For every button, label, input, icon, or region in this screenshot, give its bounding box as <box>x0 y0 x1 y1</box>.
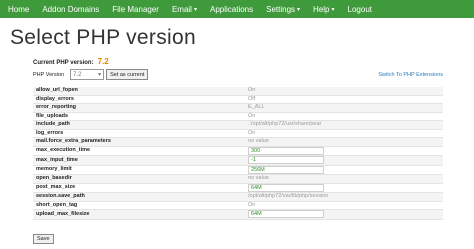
php-version-label: PHP Version <box>33 71 65 78</box>
nav-label: Email <box>171 4 192 14</box>
nav-item-file-manager[interactable]: File Manager <box>112 5 159 14</box>
option-name: allow_url_fopen <box>33 87 245 96</box>
option-name: error_reporting <box>33 103 245 113</box>
option-name: max_input_time <box>33 155 245 166</box>
table-row: short_open_tag On <box>33 201 443 210</box>
option-name: session.save_path <box>33 192 245 202</box>
nav-label: Applications <box>209 4 254 14</box>
set-as-current-button[interactable]: Set as current <box>106 69 149 80</box>
option-value-cell: -1 <box>245 155 443 166</box>
option-value-cell: On <box>245 87 443 96</box>
table-row: session.save_path/opt/alt/php72/var/lib/… <box>33 192 443 202</box>
save-button[interactable]: Save <box>33 234 54 244</box>
chevron-down-icon: ▾ <box>331 6 335 13</box>
table-row: log_errors On <box>33 129 443 138</box>
option-value-cell: no value <box>245 137 443 147</box>
chevron-down-icon: ▾ <box>297 6 301 13</box>
php-options-table: allow_url_fopen On display_errors Off error_… <box>33 87 443 220</box>
nav-item-email[interactable]: Email ▾ <box>172 5 197 14</box>
current-version-row: Current PHP version: 7.2 <box>33 57 109 66</box>
option-value-cell: .:/opt/alt/php72/usr/share/pear <box>245 120 443 130</box>
current-version-label: Current PHP version: <box>33 60 94 66</box>
option-value-cell: 256M <box>245 165 443 175</box>
option-name: upload_max_filesize <box>33 209 245 220</box>
chevron-down-icon: ▾ <box>98 72 102 78</box>
php-version-selected: 7.2 <box>73 71 82 78</box>
option-value-input[interactable]: 64M <box>248 210 324 218</box>
option-name: log_errors <box>33 129 245 138</box>
option-value-cell: E_ALL <box>245 103 443 113</box>
nav-label: Help <box>313 4 330 14</box>
chevron-down-icon: ▾ <box>193 6 197 13</box>
option-value-cell: On <box>245 201 443 210</box>
option-name: display_errors <box>33 95 245 104</box>
table-row: post_max_size 64M <box>33 183 443 193</box>
option-name: post_max_size <box>33 183 245 193</box>
php-version-row: PHP Version 7.2 ▾ Set as current Switch … <box>33 69 443 80</box>
nav-item-applications[interactable]: Applications <box>210 5 253 14</box>
option-name: include_path <box>33 120 245 130</box>
nav-item-settings[interactable]: Settings ▾ <box>266 5 300 14</box>
option-value-cell: On <box>245 112 443 121</box>
option-name: open_basedir <box>33 174 245 184</box>
nav-item-help[interactable]: Help ▾ <box>313 5 334 14</box>
nav-label: Settings <box>266 4 296 14</box>
option-value-cell: Off <box>245 95 443 104</box>
switch-to-extensions-link[interactable]: Switch To PHP Extensions <box>378 72 443 78</box>
option-value-cell: 64M <box>245 183 443 193</box>
table-row: error_reporting E_ALL <box>33 103 443 113</box>
table-row: open_basedir no value <box>33 174 443 184</box>
php-version-select[interactable]: 7.2 ▾ <box>70 69 105 80</box>
option-value-cell: /opt/alt/php72/var/lib/php/session <box>245 192 443 202</box>
nav-label: Logout <box>347 4 372 14</box>
option-value-input[interactable]: 64M <box>248 183 324 192</box>
option-value-input[interactable]: 256M <box>248 165 324 174</box>
nav-label: Home <box>8 4 30 14</box>
option-value-cell: 64M <box>245 209 443 220</box>
nav-item-home[interactable]: Home <box>8 5 29 14</box>
option-name: short_open_tag <box>33 201 245 210</box>
table-row: memory_limit 256M <box>33 165 443 175</box>
nav-label: File Manager <box>112 4 159 14</box>
option-name: mail.force_extra_parameters <box>33 137 245 147</box>
table-row: file_uploads On <box>33 112 443 121</box>
option-name: file_uploads <box>33 112 245 121</box>
option-name: memory_limit <box>33 165 245 175</box>
option-value-cell: On <box>245 129 443 138</box>
table-row: max_execution_time 300 <box>33 146 443 156</box>
table-row: mail.force_extra_parameters no value <box>33 137 443 147</box>
option-value-input[interactable]: 300 <box>248 146 324 155</box>
option-name: max_execution_time <box>33 146 245 156</box>
option-value-input[interactable]: -1 <box>248 156 324 164</box>
table-row: upload_max_filesize 64M <box>33 209 443 220</box>
page-title: Select PHP version <box>10 26 196 49</box>
table-row: display_errors Off <box>33 95 443 104</box>
top-navigation: Home Addon Domains File Manager Email ▾ A… <box>0 0 474 18</box>
nav-item-logout[interactable]: Logout <box>348 5 372 14</box>
table-row: allow_url_fopen On <box>33 87 443 96</box>
nav-item-addon-domains[interactable]: Addon Domains <box>42 5 99 14</box>
nav-label: Addon Domains <box>42 4 100 14</box>
option-value-cell: 300 <box>245 146 443 156</box>
table-row: include_path .:/opt/alt/php72/usr/share/p… <box>33 120 443 130</box>
table-row: max_input_time -1 <box>33 155 443 166</box>
current-version-value: 7.2 <box>97 57 109 66</box>
option-value-cell: no value <box>245 174 443 184</box>
